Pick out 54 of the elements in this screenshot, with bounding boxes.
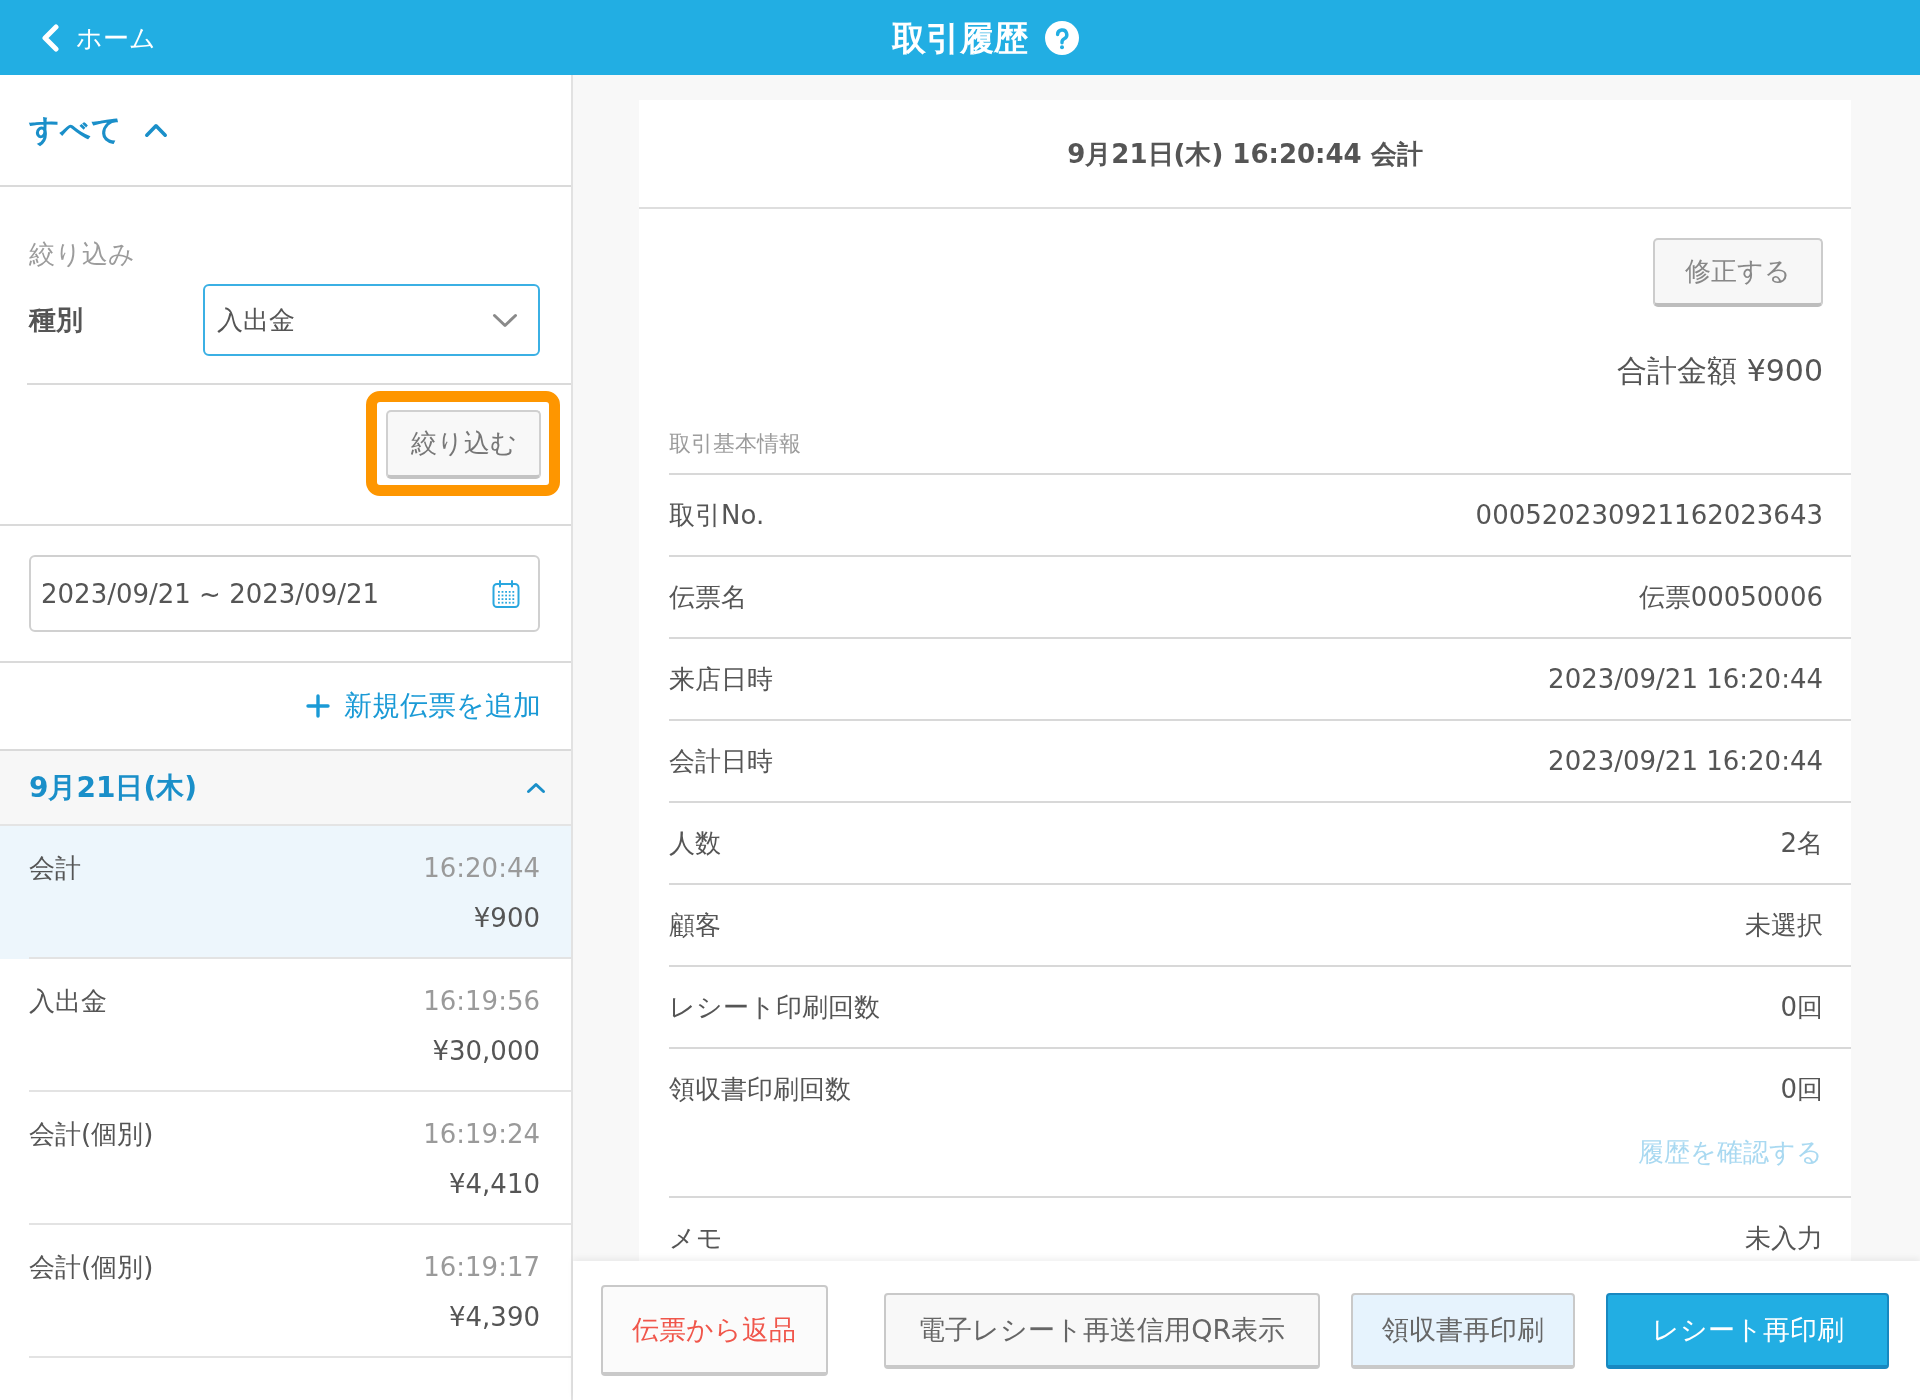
- action-button[interactable]: レシート再印刷: [1606, 1292, 1889, 1369]
- detail-heading: 9月21日(木) 16:20:44 会計: [1067, 137, 1423, 170]
- field-label: 来店日時: [669, 662, 773, 696]
- transaction-item[interactable]: 会計 16:20:44 ¥900: [0, 826, 571, 959]
- type-label: 種別: [29, 303, 83, 337]
- transaction-time: 16:19:56: [423, 985, 540, 1018]
- transaction-type: 会計: [29, 852, 81, 885]
- chevron-left-icon: [41, 23, 59, 52]
- transaction-amount: ¥4,390: [449, 1301, 540, 1334]
- field-label: 会計日時: [669, 744, 773, 778]
- field-label: 人数: [669, 826, 721, 860]
- field-value: 0回: [1780, 1072, 1823, 1106]
- section-heading: 取引基本情報: [669, 430, 801, 458]
- transaction-amount: ¥900: [473, 902, 540, 935]
- transaction-type: 入出金: [29, 985, 107, 1018]
- transaction-time: 16:19:17: [423, 1251, 540, 1284]
- page-title: 取引履歴: [892, 16, 1028, 59]
- field-label: 取引No.: [669, 498, 765, 532]
- help-icon[interactable]: [1045, 20, 1079, 55]
- transaction-amount: ¥30,000: [432, 1035, 540, 1068]
- field-value: 2名: [1780, 826, 1823, 860]
- field-label: 伝票名: [669, 580, 747, 614]
- field-label: メモ: [669, 1221, 723, 1255]
- date-range-field[interactable]: 2023/09/21 ~ 2023/09/21: [29, 555, 540, 632]
- transaction-time: 16:19:24: [423, 1118, 540, 1151]
- date-group-header[interactable]: 9月21日(木): [0, 751, 571, 826]
- field-value: 000520230921162023643: [1475, 500, 1823, 530]
- field-value: 2023/09/21 16:20:44: [1548, 664, 1823, 694]
- edit-button[interactable]: 修正する: [1653, 238, 1823, 307]
- chevron-down-icon: [492, 312, 518, 328]
- plus-icon: [306, 694, 330, 718]
- field-value: 0回: [1780, 990, 1823, 1024]
- field-label: 顧客: [669, 908, 721, 942]
- filter-button[interactable]: 絞り込む: [386, 410, 541, 479]
- action-button[interactable]: 電子レシート再送信用QR表示: [883, 1292, 1320, 1369]
- field-value: 未入力: [1745, 1221, 1823, 1255]
- add-slip-link[interactable]: 新規伝票を追加: [306, 689, 541, 723]
- field-value: 伝票00050006: [1638, 580, 1823, 614]
- back-button[interactable]: ホーム: [41, 21, 156, 54]
- transaction-time: 16:20:44: [423, 852, 540, 885]
- transaction-type: 会計(個別): [29, 1118, 154, 1151]
- action-button[interactable]: 領収書再印刷: [1350, 1292, 1576, 1369]
- total-amount: 合計金額 ¥900: [1617, 352, 1823, 390]
- calendar-icon: [492, 579, 520, 608]
- scope-toggle[interactable]: すべて: [29, 111, 168, 149]
- field-value: 2023/09/21 16:20:44: [1548, 746, 1823, 776]
- field-label: 領収書印刷回数: [669, 1072, 851, 1106]
- transaction-type: 会計(個別): [29, 1251, 154, 1284]
- field-value: 未選択: [1745, 908, 1823, 942]
- transaction-amount: ¥4,410: [449, 1168, 540, 1201]
- action-button[interactable]: 伝票から返品: [601, 1285, 828, 1376]
- field-label: レシート印刷回数: [669, 990, 880, 1024]
- type-dropdown[interactable]: 入出金: [203, 284, 540, 356]
- filter-heading: 絞り込み: [29, 239, 135, 269]
